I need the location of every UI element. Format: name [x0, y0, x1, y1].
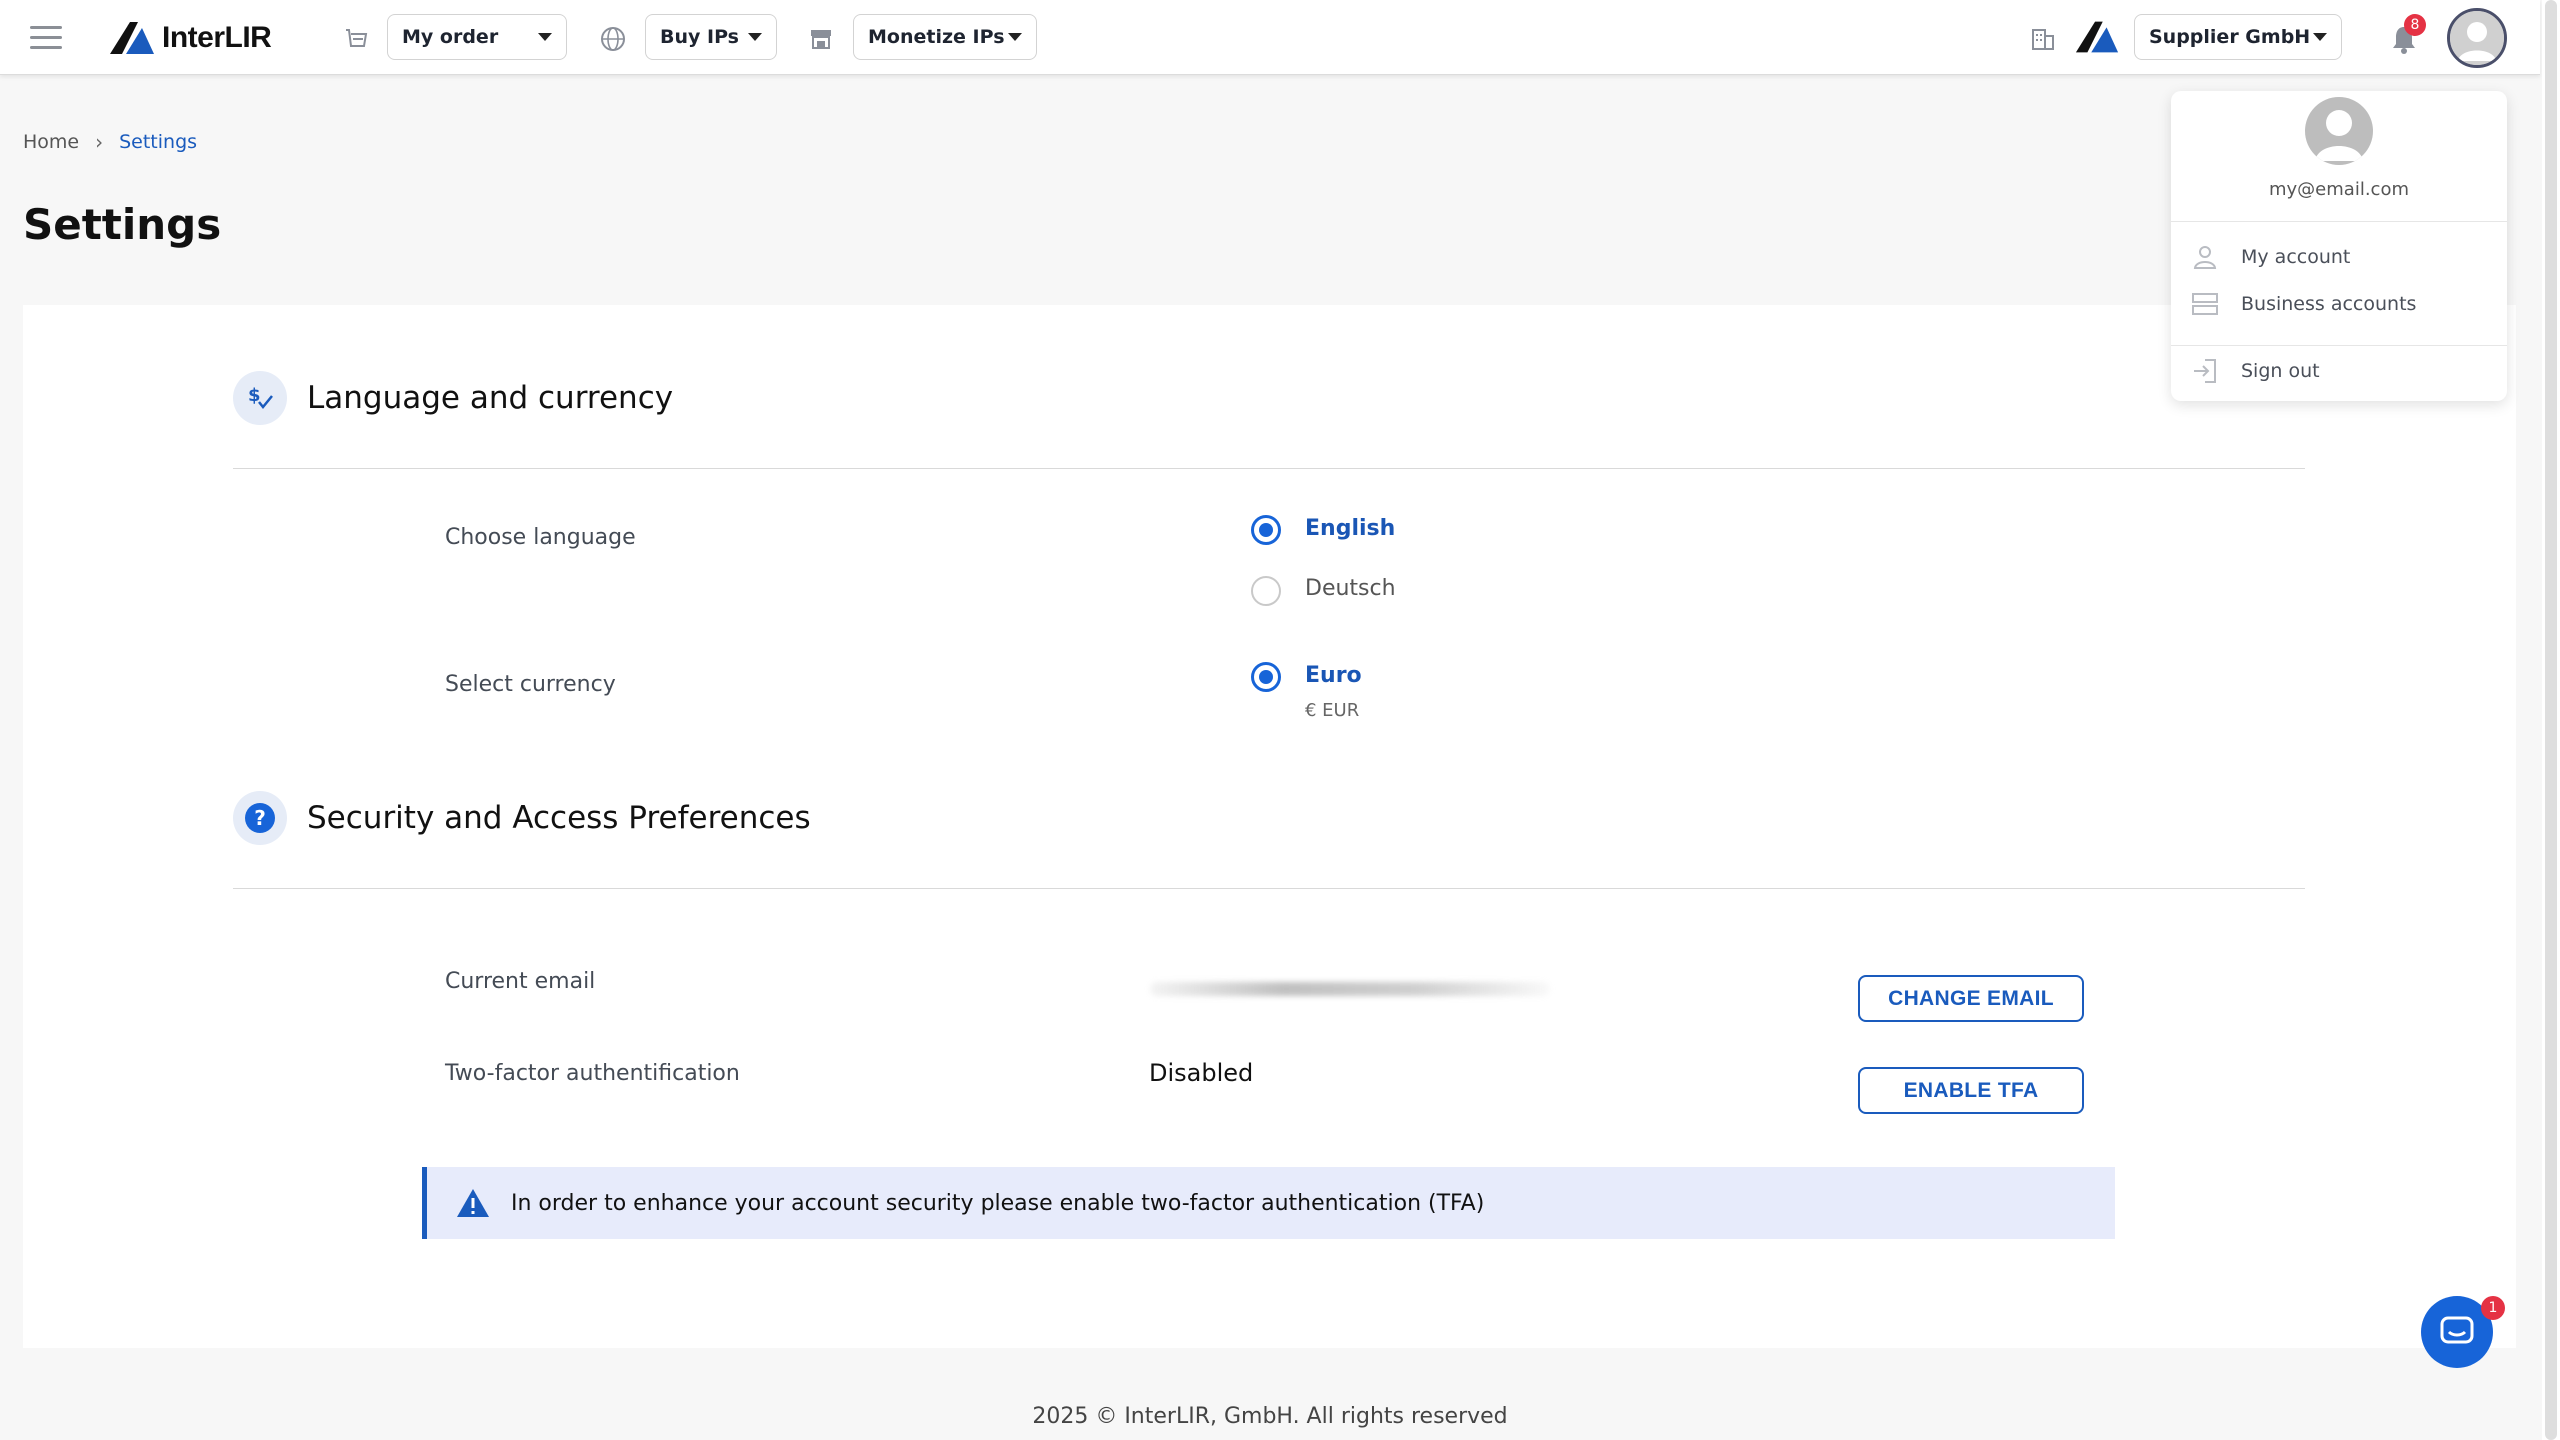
user-icon	[2193, 246, 2217, 269]
language-currency-section-header: $ Language and currency	[233, 371, 673, 425]
current-email-label: Current email	[445, 969, 596, 994]
interlir-logo-mark-icon	[110, 22, 154, 54]
monetize-ips-dropdown[interactable]: Monetize IPs	[853, 14, 1037, 60]
language-currency-title: Language and currency	[307, 380, 674, 416]
buy-ips-dropdown-label: Buy IPs	[660, 26, 739, 48]
company-dropdown-label: Supplier GmbH	[2149, 26, 2311, 48]
currency-option-euro[interactable]: Euro	[1305, 663, 1362, 688]
user-dropdown-menu: my@email.com My account Business account…	[2171, 91, 2507, 401]
avatar-icon	[2450, 11, 2504, 65]
tfa-label: Two-factor authentification	[445, 1061, 740, 1086]
select-currency-label: Select currency	[445, 672, 616, 697]
cart-icon	[346, 29, 368, 47]
currency-exchange-icon: $	[233, 371, 287, 425]
language-option-english[interactable]: English	[1305, 516, 1395, 541]
page-title: Settings	[23, 200, 222, 249]
section-divider	[233, 468, 2305, 469]
footer-copyright: 2025 © InterLIR, GmbH. All rights reserv…	[1032, 1404, 1508, 1429]
menu-avatar	[2305, 97, 2373, 165]
menu-item-label: Sign out	[2241, 360, 2320, 382]
current-email-value-redacted	[1150, 982, 1550, 996]
change-email-button[interactable]: CHANGE EMAIL	[1858, 975, 2084, 1022]
breadcrumb-current: Settings	[119, 131, 198, 153]
warning-icon	[457, 1189, 489, 1217]
interlir-logo[interactable]: InterLIR	[108, 20, 272, 56]
svg-text:?: ?	[254, 806, 266, 830]
chevron-right-icon: ›	[95, 130, 104, 154]
menu-item-business-accounts[interactable]: Business accounts	[2191, 286, 2416, 322]
globe-icon	[601, 27, 625, 51]
tfa-warning-alert: In order to enhance your account securit…	[422, 1167, 2115, 1239]
chevron-down-icon	[538, 33, 552, 41]
buy-ips-dropdown[interactable]: Buy IPs	[645, 14, 777, 60]
help-circle-icon: ?	[233, 791, 287, 845]
security-section-header: ? Security and Access Preferences	[233, 791, 811, 845]
scrollbar-thumb[interactable]	[2545, 0, 2557, 1440]
notification-count-badge: 8	[2404, 14, 2426, 36]
menu-divider	[2171, 221, 2507, 222]
avatar-icon	[2305, 97, 2373, 165]
menu-divider	[2171, 345, 2507, 346]
currency-code: € EUR	[1305, 700, 1360, 721]
chat-unread-badge: 1	[2481, 1296, 2505, 1320]
my-order-dropdown[interactable]: My order	[387, 14, 567, 60]
language-option-deutsch[interactable]: Deutsch	[1305, 576, 1396, 601]
user-avatar-button[interactable]	[2447, 8, 2507, 68]
top-navigation-bar: InterLIR My order Buy IPs Monetize IPs S…	[0, 0, 2540, 75]
menu-item-label: My account	[2241, 246, 2351, 268]
tfa-warning-message: In order to enhance your account securit…	[511, 1190, 1485, 1216]
language-radio-english[interactable]	[1251, 515, 1281, 545]
enable-tfa-button[interactable]: ENABLE TFA	[1858, 1067, 2084, 1114]
business-accounts-icon	[2192, 293, 2218, 315]
store-icon	[811, 30, 831, 49]
choose-language-label: Choose language	[445, 525, 636, 550]
menu-item-my-account[interactable]: My account	[2191, 239, 2350, 275]
chat-icon	[2440, 1316, 2474, 1344]
menu-item-label: Business accounts	[2241, 293, 2417, 315]
chevron-down-icon	[2313, 33, 2327, 41]
chevron-down-icon	[1008, 33, 1022, 41]
menu-item-sign-out[interactable]: Sign out	[2191, 353, 2320, 389]
language-radio-deutsch[interactable]	[1251, 576, 1281, 606]
sign-out-icon	[2194, 359, 2216, 383]
section-divider	[233, 888, 2305, 889]
tfa-status: Disabled	[1149, 1059, 1254, 1087]
company-logo-icon	[2075, 21, 2119, 53]
my-order-dropdown-label: My order	[402, 26, 499, 48]
chevron-down-icon	[748, 33, 762, 41]
hamburger-menu-icon[interactable]	[30, 26, 62, 50]
currency-radio-euro[interactable]	[1251, 662, 1281, 692]
building-icon	[2032, 29, 2054, 50]
menu-user-email: my@email.com	[2269, 179, 2409, 200]
breadcrumb: Home › Settings	[23, 130, 197, 154]
breadcrumb-home-link[interactable]: Home	[23, 131, 79, 153]
logo-text: InterLIR	[162, 21, 272, 54]
company-dropdown[interactable]: Supplier GmbH	[2134, 14, 2342, 60]
security-title: Security and Access Preferences	[307, 800, 811, 836]
monetize-ips-dropdown-label: Monetize IPs	[868, 26, 1005, 48]
